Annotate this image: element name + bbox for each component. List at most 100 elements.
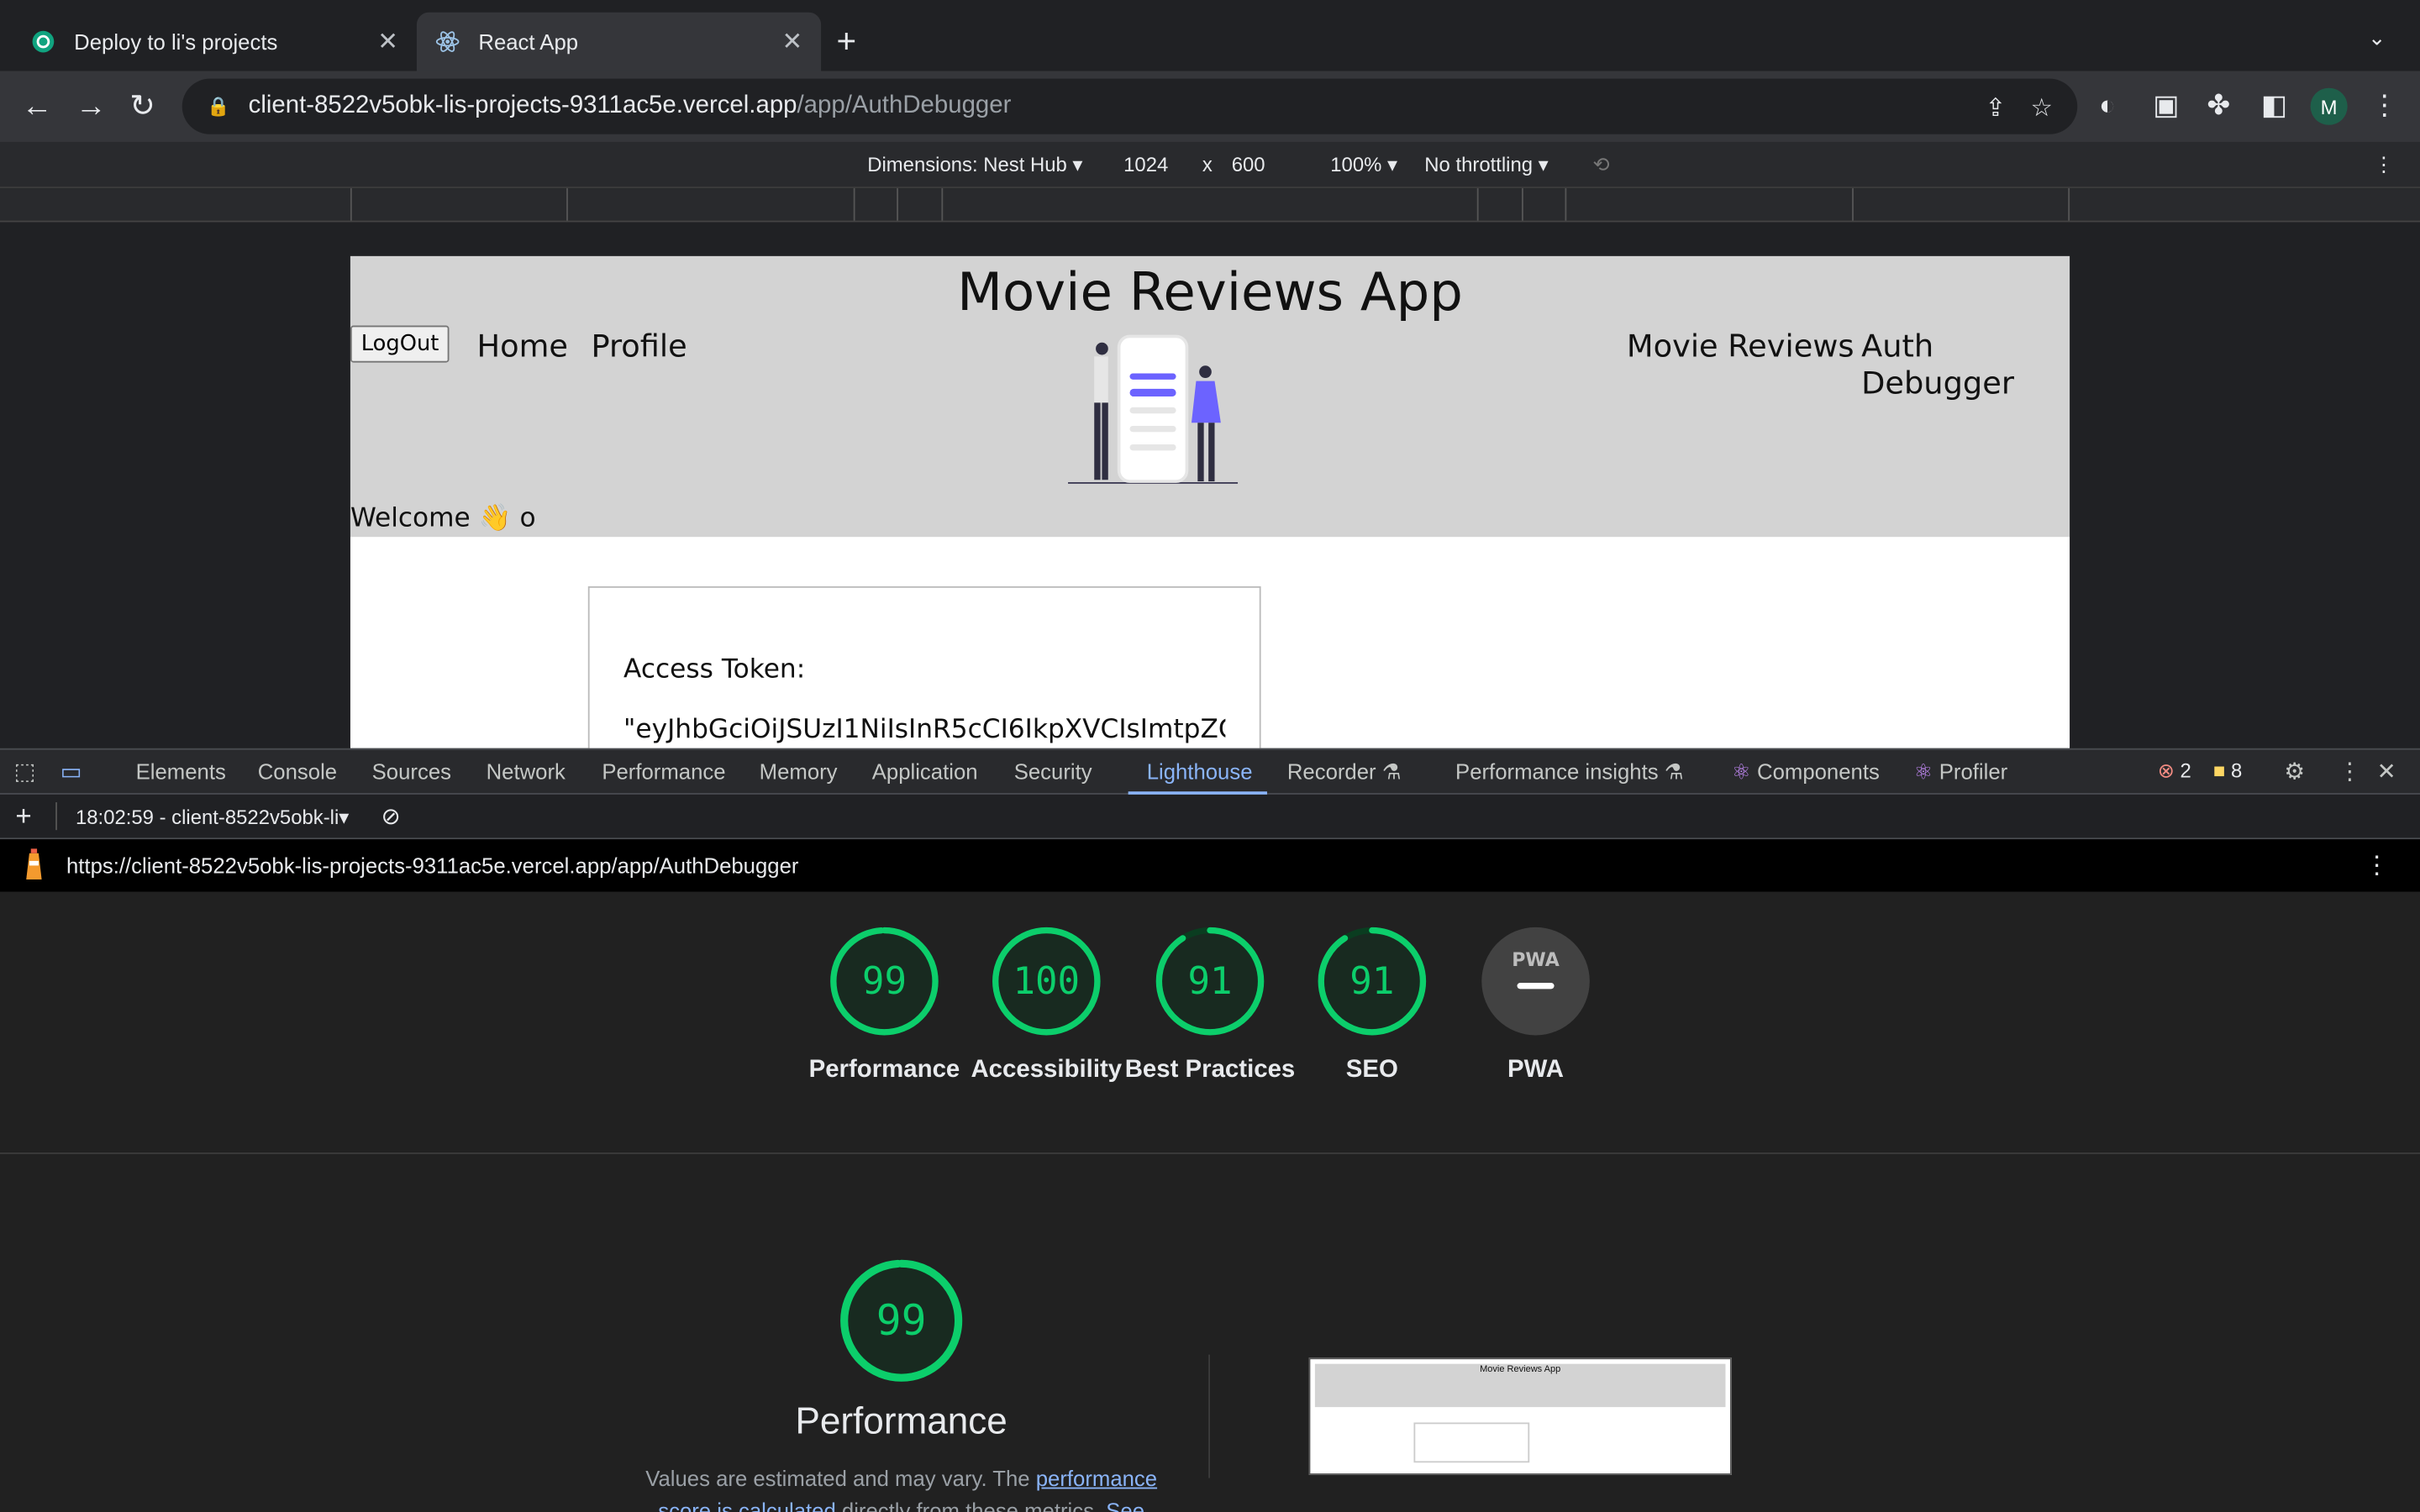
device-toolbar-menu-icon[interactable]: ⋮ — [2374, 153, 2394, 177]
share-icon[interactable]: ⇪ — [1986, 92, 2007, 123]
device-toolbar: Dimensions: Nest Hub ▾ 1024 x 600 100% ▾… — [0, 141, 2420, 189]
report-menu-icon[interactable]: ⋮ — [2365, 850, 2389, 881]
performance-insights-label: Performance insights — [1455, 759, 1659, 785]
chatgpt-icon — [31, 29, 55, 54]
devtools-tab-application[interactable]: Application — [872, 759, 978, 784]
nav-link-profile[interactable]: Profile — [591, 327, 687, 364]
gauge-score: 91 — [1349, 959, 1395, 1003]
tab-title: React App — [478, 29, 579, 55]
device-width-input[interactable]: 1024 — [1123, 153, 1168, 176]
close-tab-icon[interactable]: ✕ — [781, 26, 802, 57]
tab-search-chevron-icon[interactable]: ⌄ — [2368, 24, 2386, 50]
gauge-score: 99 — [861, 959, 907, 1003]
lighthouse-url-bar: https://client-8522v5obk-lis-projects-93… — [0, 839, 2420, 892]
devtools-tab-lighthouse[interactable]: Lighthouse — [1147, 759, 1253, 784]
inspect-element-icon[interactable]: ⬚ — [14, 758, 36, 785]
save-extension-icon[interactable]: ▣ — [2153, 90, 2179, 123]
gauge-label-pwa: PWA — [1507, 1057, 1565, 1084]
report-selector-label: 18:02:59 - client-8522v5obk-li — [76, 805, 339, 829]
logout-button[interactable]: LogOut — [350, 325, 450, 363]
extension-icon[interactable]: ◐ — [2099, 90, 2116, 123]
access-token-value: "eyJhbGciOiJSUzI1NiIsInR5cCI6IkpXVCIsImt… — [623, 714, 1226, 746]
profile-avatar[interactable]: M — [2310, 87, 2348, 125]
device-toggle-icon[interactable]: ▭ — [60, 758, 82, 785]
tab-title: Deploy to li's projects — [74, 29, 278, 55]
emulated-page: Movie Reviews App LogOut Home Profile Mo… — [350, 255, 2070, 748]
devtools-tab-network[interactable]: Network — [487, 759, 566, 784]
performance-title: Performance — [795, 1400, 1007, 1443]
url-path: /app/AuthDebugger — [797, 92, 1012, 119]
close-tab-icon[interactable]: ✕ — [377, 26, 398, 57]
zoom-label: 100% — [1330, 152, 1382, 176]
new-tab-icon[interactable]: + — [837, 22, 857, 62]
side-panel-icon[interactable]: ◧ — [2261, 90, 2287, 123]
recorder-label: Recorder — [1286, 759, 1376, 785]
devtools-tab-memory[interactable]: Memory — [760, 759, 838, 784]
lock-icon: 🔒 — [207, 95, 230, 118]
zoom-select[interactable]: 100% ▾ — [1330, 153, 1397, 177]
devtools-tab-recorder[interactable]: Recorder ⚗ — [1287, 759, 1402, 785]
divider — [0, 1152, 2420, 1154]
devtools-menu-icon[interactable]: ⋮ — [2338, 758, 2362, 785]
bookmark-star-icon[interactable]: ☆ — [2031, 92, 2053, 123]
vertical-divider — [1208, 1354, 1210, 1478]
report-selector[interactable]: 18:02:59 - client-8522v5obk-li▾ — [76, 806, 349, 830]
rotate-icon[interactable]: ⟲ — [1593, 153, 1610, 177]
devtools-tab-components[interactable]: ⚛ Components — [1732, 759, 1880, 785]
gauge-accessibility[interactable]: 100 — [991, 926, 1102, 1037]
devtools-tab-elements[interactable]: Elements — [136, 759, 226, 784]
devtools-tab-console[interactable]: Console — [258, 759, 337, 784]
react-devtools-icon: ⚛ — [1731, 759, 1751, 785]
forward-icon[interactable]: → — [76, 90, 107, 123]
react-icon — [435, 29, 460, 54]
gauge-performance[interactable]: 99 — [829, 926, 939, 1037]
throttling-select[interactable]: No throttling ▾ — [1424, 153, 1548, 177]
gauge-best-practices[interactable]: 91 — [1155, 926, 1265, 1037]
devtools-tab-profiler[interactable]: ⚛ Profiler — [1914, 759, 2008, 785]
media-query-ruler[interactable] — [0, 188, 2420, 223]
devtools-tab-performance[interactable]: Performance — [602, 759, 725, 784]
nav-link-auth-debugger[interactable]: Auth Debugger — [1861, 327, 2070, 401]
performance-gauge-large: 99 — [839, 1259, 963, 1383]
error-count-badge[interactable]: ⊗ 2 — [2158, 759, 2191, 784]
browser-menu-icon[interactable]: ⋮ — [2370, 90, 2398, 123]
tab-deploy[interactable]: Deploy to li's projects ✕ — [13, 13, 417, 71]
device-dimensions-select[interactable]: Dimensions: Nest Hub ▾ — [867, 153, 1082, 177]
report-url[interactable]: https://client-8522v5obk-lis-projects-93… — [66, 853, 798, 878]
final-screenshot-thumbnail[interactable]: Movie Reviews App — [1308, 1357, 1732, 1475]
performance-score-large: 99 — [876, 1296, 927, 1345]
welcome-text: Welcome 👋 o — [350, 502, 536, 534]
browser-window: Deploy to li's projects ✕ React App ✕ + … — [0, 0, 2420, 1512]
desc-text-2: directly from these metrics. — [835, 1498, 1107, 1512]
token-card: Access Token: "eyJhbGciOiJSUzI1NiIsInR5c… — [587, 585, 1261, 748]
nav-link-movie-reviews[interactable]: Movie Reviews — [1627, 327, 1854, 364]
pwa-badge-icon: PWA — [1481, 927, 1590, 1036]
settings-gear-icon[interactable]: ⚙ — [2284, 758, 2305, 785]
tab-react-app[interactable]: React App ✕ — [416, 12, 822, 71]
reload-icon[interactable]: ↻ — [129, 90, 155, 123]
address-bar[interactable]: 🔒 client-8522v5obk-lis-projects-9311ac5e… — [182, 78, 2078, 134]
thumbnail-token-card — [1413, 1422, 1530, 1463]
error-icon: ⊗ — [2157, 759, 2175, 783]
gauge-label-accessibility: Accessibility — [971, 1057, 1123, 1084]
warning-icon: ■ — [2212, 759, 2226, 783]
device-height-input[interactable]: 600 — [1232, 153, 1265, 176]
gauge-seo[interactable]: 91 — [1317, 926, 1428, 1037]
gauge-pwa[interactable]: PWA — [1480, 926, 1591, 1037]
devtools-tab-security[interactable]: Security — [1014, 759, 1092, 784]
throttling-label: No throttling — [1424, 152, 1534, 176]
browser-toolbar: ← → ↻ 🔒 client-8522v5obk-lis-projects-93… — [0, 71, 2420, 142]
gauge-label-seo: SEO — [1345, 1057, 1398, 1084]
clear-reports-icon[interactable]: ⊘ — [381, 802, 401, 830]
back-icon[interactable]: ← — [22, 90, 53, 123]
device-dimensions-label: Dimensions: Nest Hub — [867, 152, 1067, 176]
close-devtools-icon[interactable]: ✕ — [2377, 758, 2396, 785]
desc-text-1: Values are estimated and may vary. The — [645, 1465, 1036, 1491]
warning-count-badge[interactable]: ■ 8 — [2213, 759, 2242, 783]
experiment-flask-icon: ⚗ — [1664, 759, 1684, 785]
extensions-puzzle-icon[interactable]: ✤ — [2207, 90, 2231, 123]
nav-link-home[interactable]: Home — [477, 327, 568, 364]
devtools-tab-performance-insights[interactable]: Performance insights ⚗ — [1455, 759, 1684, 785]
new-report-icon[interactable]: + — [15, 801, 31, 833]
devtools-tab-sources[interactable]: Sources — [372, 759, 451, 784]
